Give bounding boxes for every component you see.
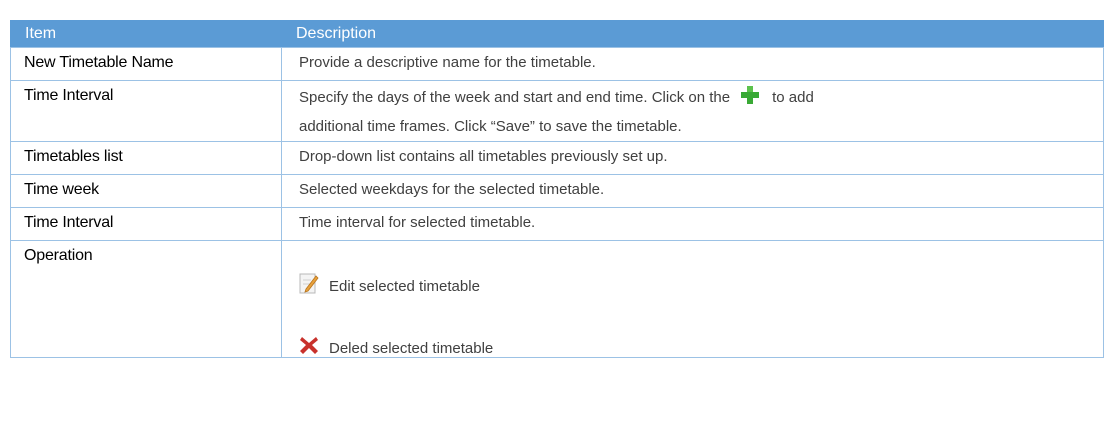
table-row: Timetables list Drop-down list contains …	[10, 141, 1104, 175]
description-cell: Drop-down list contains all timetables p…	[281, 141, 1104, 175]
description-cell: Time interval for selected timetable.	[281, 207, 1104, 241]
table-row: Time week Selected weekdays for the sele…	[10, 174, 1104, 208]
table-header-row: Item Description	[10, 20, 1104, 48]
plus-icon	[740, 85, 760, 105]
table-row: Operation Edit selected timetable Deled …	[10, 240, 1104, 358]
description-cell: Selected weekdays for the selected timet…	[281, 174, 1104, 208]
table-row: Time Interval Time interval for selected…	[10, 207, 1104, 241]
description-line-2: additional time frames. Click “Save” to …	[299, 118, 682, 135]
description-line-1: Specify the days of the week and start a…	[299, 83, 1103, 112]
item-cell: Time Interval	[10, 80, 282, 142]
table-row: New Timetable Name Provide a descriptive…	[10, 47, 1104, 81]
timetable-description-table: Item Description New Timetable Name Prov…	[10, 20, 1104, 358]
operation-label: Deled selected timetable	[329, 340, 494, 357]
description-text: Specify the days of the week and start a…	[299, 89, 731, 106]
operation-delete: Deled selected timetable	[299, 317, 1103, 357]
table-row: Time Interval Specify the days of the we…	[10, 80, 1104, 142]
item-cell: Timetables list	[10, 141, 282, 175]
delete-icon[interactable]	[299, 333, 319, 357]
item-cell: New Timetable Name	[10, 47, 282, 81]
header-item: Item	[10, 20, 282, 48]
description-cell: Edit selected timetable Deled selected t…	[281, 240, 1104, 358]
item-cell: Time Interval	[10, 207, 282, 241]
item-cell: Time week	[10, 174, 282, 208]
edit-icon[interactable]	[299, 271, 319, 295]
header-description: Description	[281, 20, 1104, 48]
description-text: to add	[772, 89, 814, 106]
description-cell: Provide a descriptive name for the timet…	[281, 47, 1104, 81]
description-cell: Specify the days of the week and start a…	[281, 80, 1104, 142]
operation-label: Edit selected timetable	[329, 278, 480, 295]
operation-edit: Edit selected timetable	[299, 255, 1103, 295]
item-cell: Operation	[10, 240, 282, 358]
